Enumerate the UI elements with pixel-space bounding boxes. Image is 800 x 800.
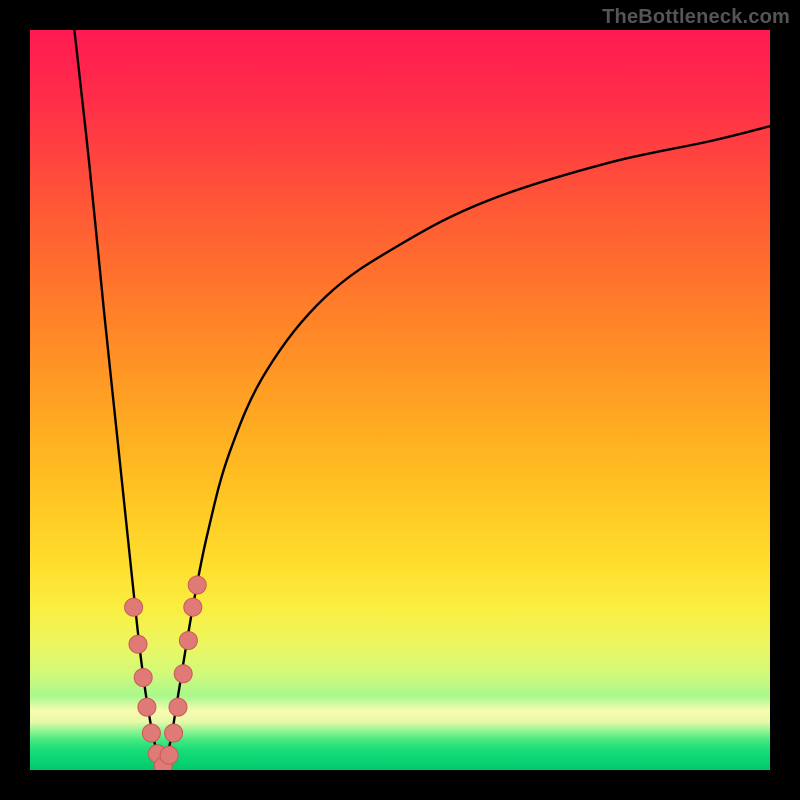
bead-point <box>129 635 147 653</box>
bead-point <box>125 598 143 616</box>
left-branch-path <box>74 30 163 770</box>
bead-point <box>174 665 192 683</box>
bead-point <box>188 576 206 594</box>
bead-point <box>169 698 187 716</box>
bead-point <box>184 598 202 616</box>
bead-point <box>142 724 160 742</box>
plot-area <box>30 30 770 770</box>
bead-point <box>165 724 183 742</box>
bead-point <box>179 632 197 650</box>
chart-stage: TheBottleneck.com <box>0 0 800 800</box>
right-branch-path <box>163 126 770 770</box>
beads-group <box>125 576 207 770</box>
bead-point <box>138 698 156 716</box>
watermark-text: TheBottleneck.com <box>602 6 790 29</box>
bead-point <box>160 746 178 764</box>
bead-point <box>134 669 152 687</box>
curve-layer <box>30 30 770 770</box>
